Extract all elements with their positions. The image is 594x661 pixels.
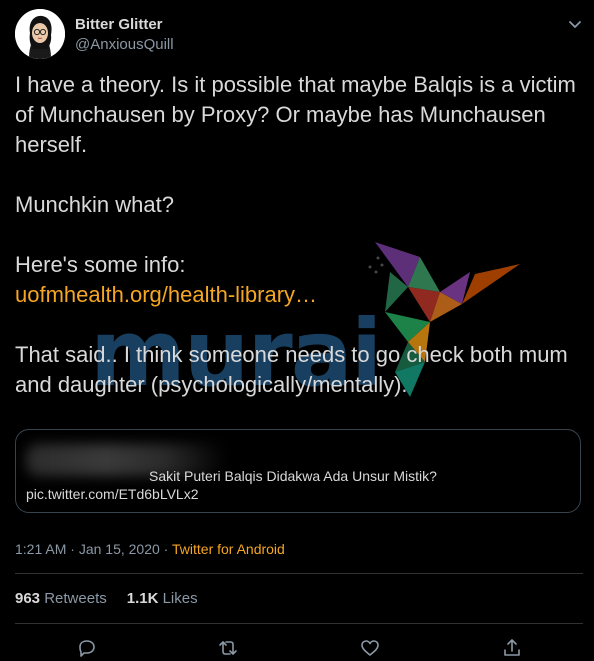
quoted-tweet-link[interactable]: pic.twitter.com/ETd6bLVLx2 — [26, 486, 198, 502]
tweet-paragraph: Here's some info: — [15, 252, 186, 277]
retweets-count: 963 — [15, 590, 41, 607]
heart-icon[interactable] — [359, 637, 381, 659]
quoted-tweet-text: Sakit Puteri Balqis Didakwa Ada Unsur Mi… — [149, 468, 437, 484]
tweet-stats: 963 Retweets 1.1K Likes — [15, 590, 218, 607]
retweets-label: Retweets — [44, 590, 107, 607]
tweet-paragraph: I have a theory. Is it possible that may… — [15, 72, 576, 157]
meta-separator: · — [159, 541, 172, 557]
divider — [15, 573, 583, 574]
tweet-meta: 1:21 AM · Jan 15, 2020 · Twitter for And… — [15, 541, 285, 557]
chevron-down-icon[interactable] — [566, 15, 584, 33]
share-icon[interactable] — [501, 637, 523, 659]
tweet-paragraph: Munchkin what? — [15, 192, 174, 217]
retweets-stat[interactable]: 963 Retweets — [15, 590, 107, 607]
tweet-time[interactable]: 1:21 AM — [15, 541, 66, 557]
display-name[interactable]: Bitter Glitter — [75, 16, 163, 33]
divider — [15, 623, 583, 624]
likes-label: Likes — [162, 590, 198, 607]
quoted-tweet-card[interactable]: Sakit Puteri Balqis Didakwa Ada Unsur Mi… — [15, 429, 581, 513]
reply-icon[interactable] — [76, 637, 98, 659]
tweet-paragraph: That said.. I think someone needs to go … — [15, 342, 568, 397]
tweet-text: I have a theory. Is it possible that may… — [15, 70, 585, 430]
avatar-image — [15, 9, 65, 59]
tweet-source[interactable]: Twitter for Android — [172, 541, 285, 557]
likes-stat[interactable]: 1.1K Likes — [127, 590, 198, 607]
meta-separator: · — [66, 541, 79, 557]
tweet-container: Bitter Glitter @AnxiousQuill murai I hav… — [0, 0, 594, 661]
likes-count: 1.1K — [126, 590, 159, 607]
avatar[interactable] — [15, 9, 65, 59]
retweet-icon[interactable] — [217, 637, 239, 659]
tweet-link[interactable]: uofmhealth.org/health-library… — [15, 282, 317, 307]
user-handle[interactable]: @AnxiousQuill — [75, 36, 174, 53]
tweet-date[interactable]: Jan 15, 2020 — [79, 541, 160, 557]
